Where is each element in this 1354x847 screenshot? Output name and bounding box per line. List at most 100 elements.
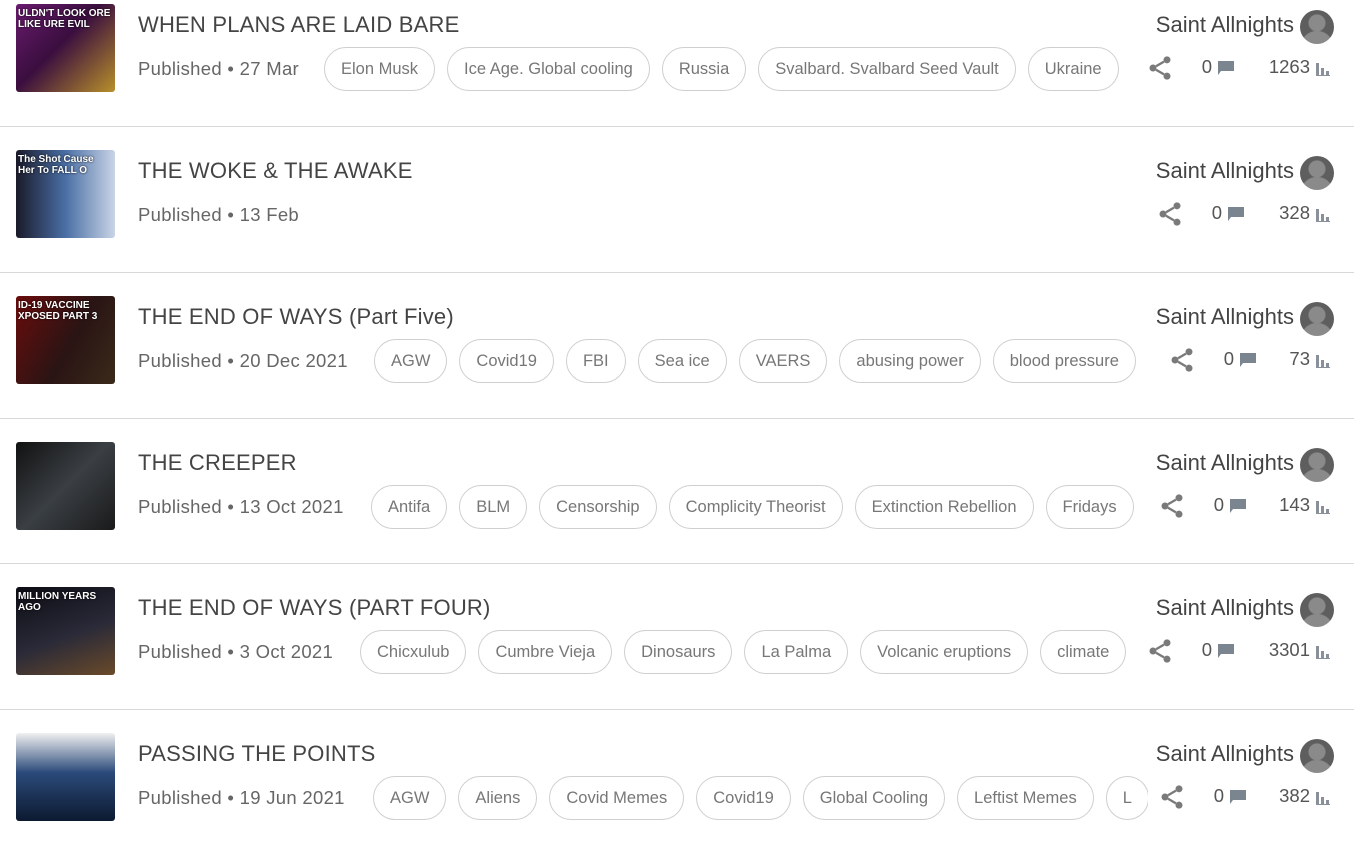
tag-chip[interactable]: Covid Memes [549, 776, 685, 820]
tag-list: AGW Aliens Covid Memes Covid19 Global Coolin… [373, 776, 1148, 822]
comment-icon [1218, 61, 1234, 75]
user-avatar-icon[interactable] [1300, 156, 1334, 190]
tag-chip[interactable]: Elon Musk [324, 47, 436, 91]
view-count: 328 [1279, 202, 1310, 223]
publish-date: Published • 3 Oct 2021 [138, 641, 334, 662]
row-separator [0, 126, 1354, 127]
comment-icon [1230, 790, 1246, 804]
comment-icon [1228, 207, 1244, 221]
tag-chip[interactable]: abusing power [839, 339, 981, 383]
tag-chip[interactable]: AGW [374, 339, 448, 383]
thumbnail-caption: ULDN'T LOOK ORE LIKE URE EVIL [18, 8, 111, 30]
tag-chip[interactable]: Ukraine [1027, 47, 1119, 91]
tag-chip[interactable]: Covid19 [696, 776, 791, 820]
thumbnail-caption: ID-19 VACCINE XPOSED PART 3 [18, 300, 98, 322]
video-row: ULDN'T LOOK ORE LIKE URE EVIL WHEN PLANS … [0, 2, 1354, 118]
author-name[interactable]: Saint Allnights [1156, 741, 1294, 767]
video-stats: 0 328 [1156, 200, 1334, 230]
author-name[interactable]: Saint Allnights [1156, 304, 1294, 330]
view-count: 1263 [1268, 56, 1310, 77]
share-icon[interactable] [1168, 346, 1196, 374]
video-stats: 0 382 [1158, 783, 1334, 813]
video-title[interactable]: THE END OF WAYS (PART FOUR) [138, 595, 491, 621]
tag-chip[interactable]: AGW [373, 776, 447, 820]
tag-chip[interactable]: Ice Age. Global cooling [447, 47, 650, 91]
tag-chip[interactable]: Leftist Memes [957, 776, 1094, 820]
video-stats: 0 3301 [1146, 637, 1334, 667]
share-icon[interactable] [1156, 200, 1184, 228]
share-icon[interactable] [1158, 492, 1186, 520]
user-avatar-icon[interactable] [1300, 739, 1334, 773]
tag-chip[interactable]: Covid19 [459, 339, 554, 383]
video-thumbnail[interactable]: The Shot Cause Her To FALL O [16, 150, 115, 238]
tag-chip[interactable]: Volcanic eruptions [860, 630, 1029, 674]
tag-chip[interactable]: Complicity Theorist [668, 485, 843, 529]
user-avatar-icon[interactable] [1300, 302, 1334, 336]
tag-chip[interactable]: VAERS [738, 339, 828, 383]
video-title[interactable]: WHEN PLANS ARE LAID BARE [138, 12, 459, 38]
views-bar-chart-icon [1316, 60, 1330, 76]
tag-list: Chicxulub Cumbre Vieja Dinosaurs La Palma Vo… [360, 630, 1139, 676]
user-avatar-icon[interactable] [1300, 593, 1334, 627]
tag-chip[interactable]: Dinosaurs [624, 630, 733, 674]
view-count: 73 [1289, 348, 1310, 369]
comment-count: 0 [1201, 639, 1212, 660]
user-avatar-icon[interactable] [1300, 448, 1334, 482]
video-row: PASSING THE POINTS Published • 19 Jun 202… [0, 731, 1354, 847]
video-title[interactable]: THE CREEPER [138, 450, 297, 476]
video-thumbnail[interactable]: ULDN'T LOOK ORE LIKE URE EVIL [16, 4, 115, 92]
video-thumbnail[interactable]: ID-19 VACCINE XPOSED PART 3 [16, 296, 115, 384]
tag-chip[interactable]: Cumbre Vieja [478, 630, 613, 674]
tag-chip[interactable]: BLM [459, 485, 528, 529]
comment-count: 0 [1213, 494, 1224, 515]
thumbnail-caption: MILLION YEARS AGO [18, 591, 97, 613]
share-icon[interactable] [1158, 783, 1186, 811]
comment-count: 0 [1201, 56, 1212, 77]
publish-date: Published • 20 Dec 2021 [138, 350, 348, 371]
tag-chip[interactable]: L [1105, 776, 1148, 820]
video-title[interactable]: THE END OF WAYS (Part Five) [138, 304, 454, 330]
tag-chip[interactable]: Aliens [458, 776, 538, 820]
views-bar-chart-icon [1316, 789, 1330, 805]
video-list: ULDN'T LOOK ORE LIKE URE EVIL WHEN PLANS … [0, 0, 1354, 847]
author-name[interactable]: Saint Allnights [1156, 158, 1294, 184]
tag-chip[interactable]: Chicxulub [360, 630, 467, 674]
row-separator [0, 563, 1354, 564]
video-thumbnail[interactable] [16, 733, 115, 821]
tag-chip[interactable]: Sea ice [637, 339, 727, 383]
comment-icon [1218, 644, 1234, 658]
views-bar-chart-icon [1316, 206, 1330, 222]
tag-chip[interactable]: FBI [565, 339, 626, 383]
tag-chip[interactable]: Censorship [539, 485, 657, 529]
video-thumbnail[interactable] [16, 442, 115, 530]
tag-chip[interactable]: Antifa [371, 485, 448, 529]
row-separator [0, 272, 1354, 273]
views-bar-chart-icon [1316, 352, 1330, 368]
share-icon[interactable] [1146, 54, 1174, 82]
tag-chip[interactable]: Extinction Rebellion [854, 485, 1034, 529]
user-avatar-icon[interactable] [1300, 10, 1334, 44]
video-stats: 0 143 [1158, 492, 1334, 522]
view-count: 382 [1279, 785, 1310, 806]
video-row: The Shot Cause Her To FALL O THE WOKE & T… [0, 148, 1354, 264]
video-title[interactable]: THE WOKE & THE AWAKE [138, 158, 413, 184]
tag-chip[interactable]: Svalbard. Svalbard Seed Vault [758, 47, 1016, 91]
comment-count: 0 [1211, 202, 1222, 223]
tag-list: Elon Musk Ice Age. Global cooling Russia Sv… [324, 47, 1139, 93]
tag-chip[interactable]: Russia [661, 47, 747, 91]
tag-chip[interactable]: blood pressure [992, 339, 1136, 383]
tag-chip[interactable]: Global Cooling [802, 776, 946, 820]
video-title[interactable]: PASSING THE POINTS [138, 741, 376, 767]
share-icon[interactable] [1146, 637, 1174, 665]
tag-chip[interactable]: climate [1040, 630, 1127, 674]
video-thumbnail[interactable]: MILLION YEARS AGO [16, 587, 115, 675]
video-stats: 0 1263 [1146, 54, 1334, 84]
author-name[interactable]: Saint Allnights [1156, 12, 1294, 38]
author-name[interactable]: Saint Allnights [1156, 595, 1294, 621]
comment-count: 0 [1223, 348, 1234, 369]
row-separator [0, 418, 1354, 419]
publish-date: Published • 13 Oct 2021 [138, 496, 344, 517]
tag-chip[interactable]: La Palma [744, 630, 849, 674]
author-name[interactable]: Saint Allnights [1156, 450, 1294, 476]
tag-chip[interactable]: Fridays [1045, 485, 1134, 529]
